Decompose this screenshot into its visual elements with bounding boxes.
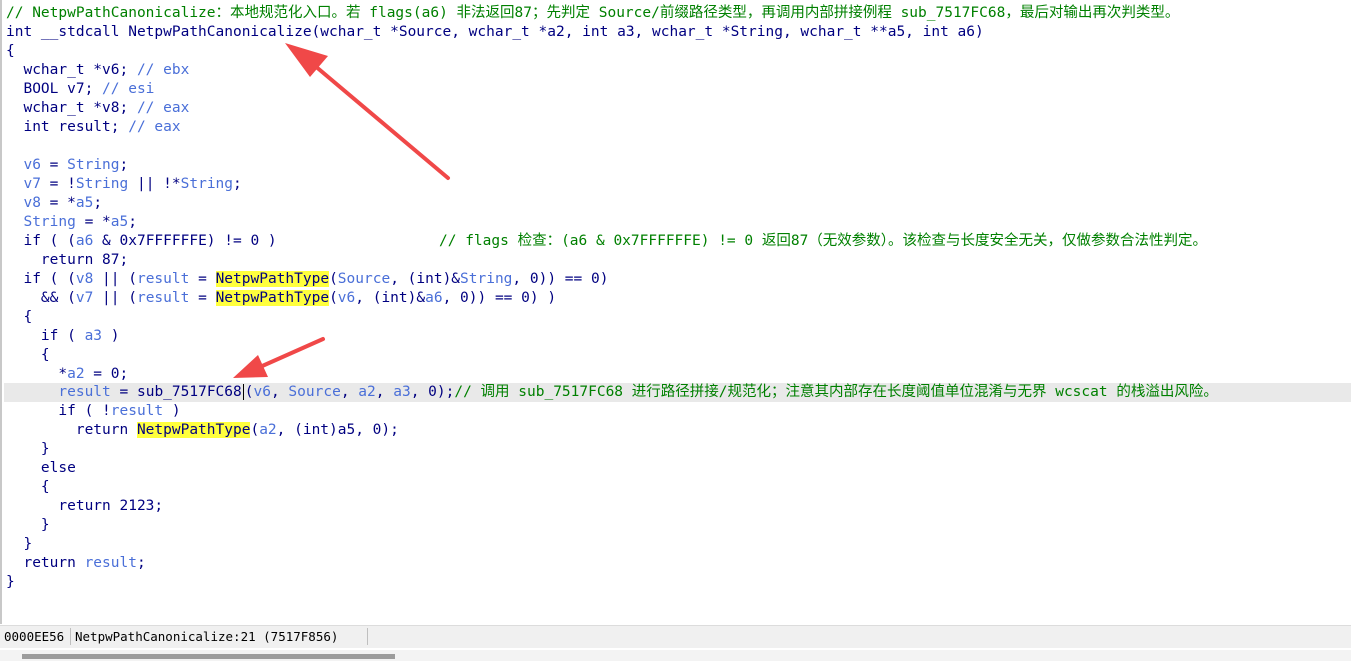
annotation-arrows bbox=[233, 43, 450, 378]
status-divider bbox=[70, 628, 71, 645]
annotation-arrow-call bbox=[233, 337, 325, 378]
status-bar: 0000EE56 NetpwPathCanonicalize:21 (7517F… bbox=[0, 625, 1351, 648]
annotation-arrow-signature bbox=[285, 43, 450, 180]
horizontal-scrollbar[interactable] bbox=[0, 650, 1351, 661]
status-divider bbox=[367, 628, 368, 645]
status-location: NetpwPathCanonicalize:21 (7517F856) bbox=[75, 629, 339, 644]
scrollbar-thumb[interactable] bbox=[22, 654, 395, 659]
status-address: 0000EE56 bbox=[4, 629, 65, 644]
